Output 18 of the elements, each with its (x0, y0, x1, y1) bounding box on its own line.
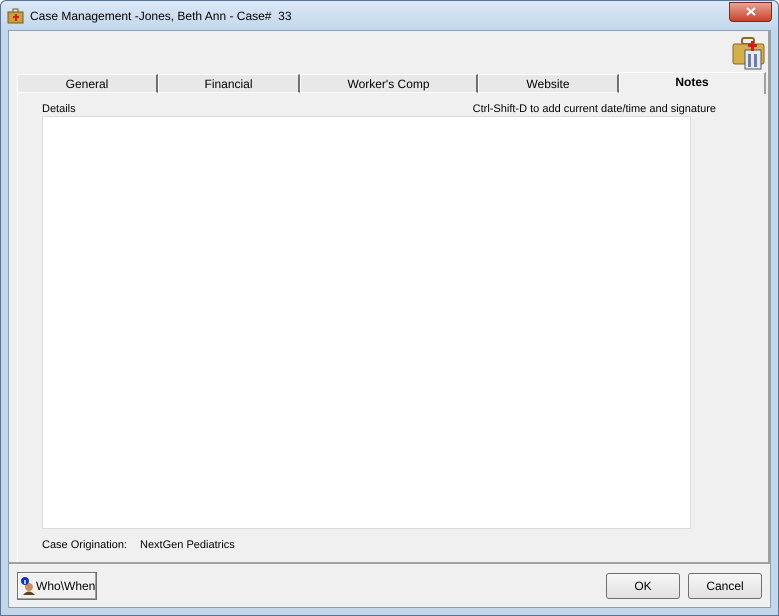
who-when-button[interactable]: Who\When (17, 572, 97, 600)
window-title: Case Management -Jones, Beth Ann - Case# 33 (30, 8, 292, 24)
close-icon (746, 7, 756, 16)
case-origination-label: Case Origination: (42, 538, 127, 553)
tab[interactable]: Worker's Comp (300, 74, 478, 93)
tab[interactable]: Financial (158, 74, 300, 93)
details-label: Details (42, 102, 76, 116)
close-button[interactable] (729, 2, 772, 22)
tab[interactable]: General (17, 74, 158, 93)
ok-button[interactable]: OK (606, 573, 680, 599)
medical-case-icon (732, 36, 766, 70)
medical-case-icon (7, 8, 24, 24)
tab[interactable]: Website (478, 74, 619, 93)
tab[interactable]: Notes (619, 72, 766, 94)
shortcut-hint: Ctrl-Shift-D to add current date/time and signature (472, 102, 716, 116)
person-info-icon (20, 577, 36, 595)
case-origination-value: NextGen Pediatrics (140, 538, 235, 553)
cancel-button[interactable]: Cancel (688, 573, 762, 599)
